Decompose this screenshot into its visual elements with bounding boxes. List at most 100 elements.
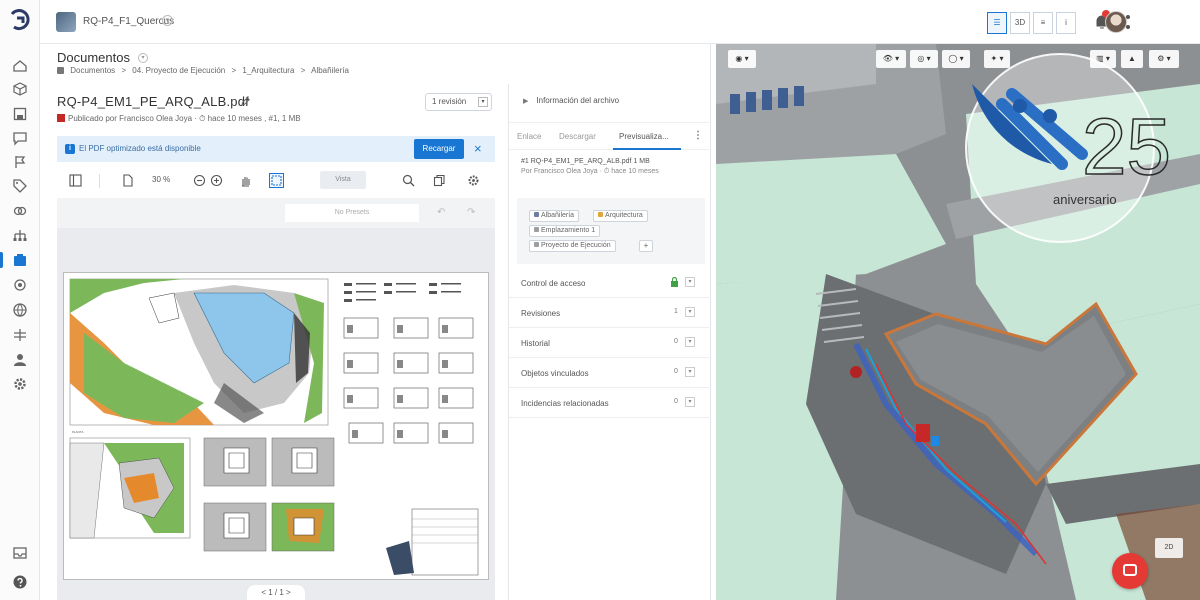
file-info-panel: ▶ Información del archivo Enlace Descarga… (508, 84, 709, 600)
settings-icon[interactable] (467, 174, 480, 187)
app-root: RQ-P4_F1_Quercus ▾ ☰ 3D ≡ i Documentos ▾… (0, 0, 1200, 600)
published-text: Publicado por Francisco Olea Joya · ⏱ ha… (68, 114, 301, 123)
chevron-down-icon[interactable]: ▾ (685, 277, 695, 287)
gear-icon[interactable] (12, 376, 28, 392)
chevron-down-icon[interactable]: ▾ (685, 307, 695, 317)
project-dropdown-icon[interactable]: ▾ (162, 15, 173, 26)
file-name: RQ-P4_EM1_PE_ARQ_ALB.pdf (57, 94, 249, 109)
tab-descargar[interactable]: Descargar (559, 132, 596, 141)
breadcrumb-item-root[interactable]: Documentos (70, 66, 115, 75)
page-icon[interactable] (121, 174, 134, 187)
search-icon[interactable] (402, 174, 415, 187)
user-avatar[interactable] (1105, 11, 1127, 33)
zoom-select[interactable]: 30 % (152, 175, 170, 184)
file-info-header[interactable]: ▶ Información del archivo (523, 96, 619, 105)
section-count: 0 (674, 368, 678, 375)
2d-mode-badge[interactable]: 2D (1155, 538, 1183, 558)
paint-icon[interactable] (12, 277, 28, 293)
network-icon[interactable] (12, 327, 28, 343)
title-dropdown-icon[interactable]: ▾ (138, 53, 148, 63)
pdf-toolbar: 30 % Vista (57, 166, 495, 196)
pencil-icon[interactable] (240, 96, 251, 107)
camera-button[interactable]: ◉ ▾ (728, 50, 756, 68)
zoom-out-icon[interactable] (193, 174, 206, 187)
banner-message: El PDF optimizado está disponible (79, 144, 201, 153)
select-area-icon[interactable] (269, 173, 284, 188)
tag-chip[interactable]: Arquitectura (593, 210, 648, 222)
cube-icon[interactable] (12, 81, 28, 97)
globe-icon[interactable] (12, 302, 28, 318)
visibility-button[interactable]: 👁 ▾ (876, 50, 906, 68)
section-historial[interactable]: Historial 0 ▾ (509, 328, 709, 358)
zoom-in-icon[interactable] (210, 174, 223, 187)
reload-button[interactable]: Recargar (414, 139, 464, 159)
help-icon[interactable] (12, 574, 28, 590)
view-button[interactable]: Vista (320, 171, 366, 189)
lock-icon (671, 277, 678, 287)
view-table-button[interactable]: ≡ (1033, 12, 1053, 34)
tag-icon (534, 212, 539, 217)
section-objetos-vinculados[interactable]: Objetos vinculados 0 ▾ (509, 358, 709, 388)
page-title: Documentos (57, 50, 130, 65)
view-list-button[interactable]: ☰ (987, 12, 1007, 34)
hierarchy-icon[interactable] (12, 228, 28, 244)
tab-enlace[interactable]: Enlace (517, 132, 541, 141)
presets-select[interactable]: No Presets (285, 204, 419, 222)
tab-previsualizar[interactable]: Previsualiza... (619, 132, 669, 141)
app-logo-icon[interactable] (8, 8, 32, 32)
redo-icon[interactable]: ↷ (467, 207, 475, 218)
pdf-viewer[interactable]: PLANTA < 1 / 1 > (57, 228, 495, 600)
pdf-subtoolbar: No Presets ↶ ↷ (57, 198, 495, 228)
page-navigator[interactable]: < 1 / 1 > (247, 585, 305, 600)
breadcrumb-item-albanileria[interactable]: Albañilería (311, 66, 349, 75)
pan-hand-icon[interactable] (239, 174, 252, 187)
copy-icon[interactable] (433, 174, 446, 187)
flag-icon[interactable] (12, 154, 28, 170)
inbox-icon[interactable] (12, 545, 28, 561)
breadcrumb-item-proyecto[interactable]: 04. Proyecto de Ejecución (132, 66, 225, 75)
tag-chip[interactable]: Proyecto de Ejecución (529, 240, 616, 252)
file-meta-title: #1 RQ-P4_EM1_PE_ARQ_ALB.pdf 1 MB (521, 158, 650, 165)
project-name[interactable]: RQ-P4_F1_Quercus (83, 16, 174, 27)
section-count: 0 (674, 398, 678, 405)
chat-icon[interactable] (12, 130, 28, 146)
active-nav-indicator (0, 252, 3, 268)
section-label: Revisiones (521, 309, 561, 318)
chat-icon (1123, 564, 1137, 576)
section-revisiones[interactable]: Revisiones 1 ▾ (509, 298, 709, 328)
anniversary-badge: 25 (965, 53, 1172, 243)
section-label: Control de acceso (521, 279, 586, 288)
users-icon[interactable] (12, 352, 28, 368)
file-info-title: Información del archivo (536, 96, 620, 105)
pdf-page[interactable]: PLANTA (63, 272, 489, 580)
save-icon[interactable] (12, 106, 28, 122)
home-icon[interactable] (12, 58, 28, 74)
documents-icon[interactable] (12, 252, 28, 268)
section-incidencias[interactable]: Incidencias relacionadas 0 ▾ (509, 388, 709, 418)
project-thumbnail[interactable] (56, 12, 76, 32)
tags-container: Albañilería Arquitectura Emplazamiento 1… (517, 198, 705, 264)
view-info-button[interactable]: i (1056, 12, 1076, 34)
breadcrumb-separator: > (300, 66, 306, 75)
folder-icon (57, 67, 64, 74)
view-3d-button[interactable]: 3D (1010, 12, 1030, 34)
chevron-down-icon[interactable]: ▾ (685, 337, 695, 347)
link-icon[interactable] (12, 203, 28, 219)
revision-select[interactable]: 1 revisión ▾ (425, 93, 492, 111)
breadcrumb-item-arquitectura[interactable]: 1_Arquitectura (242, 66, 294, 75)
chevron-down-icon[interactable]: ▾ (685, 367, 695, 377)
chevron-down-icon[interactable]: ▾ (685, 397, 695, 407)
sidebar-toggle-icon[interactable] (69, 174, 82, 187)
tag-icon[interactable] (12, 178, 28, 194)
tag-icon (598, 212, 603, 217)
undo-icon[interactable]: ↶ (437, 207, 445, 218)
section-label: Incidencias relacionadas (521, 399, 609, 408)
tag-chip[interactable]: Emplazamiento 1 (529, 225, 601, 237)
section-control-acceso[interactable]: Control de acceso ▾ (509, 268, 709, 298)
add-tag-button[interactable]: + (639, 240, 653, 252)
more-options-icon[interactable]: ⋮ (693, 130, 703, 141)
chat-launcher-button[interactable] (1112, 553, 1148, 589)
close-icon[interactable]: × (474, 141, 482, 156)
xray-button[interactable]: ◎ ▾ (910, 50, 938, 68)
tag-chip[interactable]: Albañilería (529, 210, 580, 222)
